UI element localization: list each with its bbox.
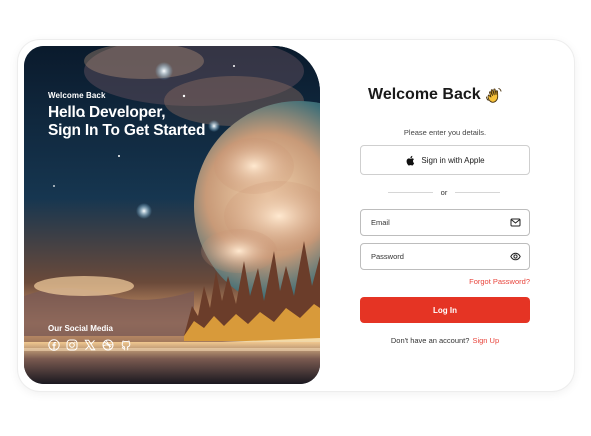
social-media-title: Our Social Media <box>48 324 113 333</box>
hero-title-line1: Hello Developer, <box>48 104 166 121</box>
waving-hand-icon <box>485 88 502 103</box>
dribbble-icon[interactable] <box>102 339 114 351</box>
form-subtitle: Please enter you details. <box>403 128 487 137</box>
no-account-text: Don't have an account? <box>390 336 470 345</box>
instagram-icon[interactable] <box>66 339 78 351</box>
divider-line-left <box>388 192 433 193</box>
divider-text: or <box>440 188 448 197</box>
hero-small-heading: Welcome Back <box>48 91 106 100</box>
log-in-button[interactable]: Log In <box>360 297 530 323</box>
hero-title-line2: Sign In To Get Started <box>48 122 206 139</box>
divider-line-right <box>455 192 501 193</box>
or-divider: or <box>388 188 501 197</box>
apple-icon <box>407 155 415 166</box>
github-icon[interactable] <box>120 339 132 351</box>
x-icon[interactable] <box>84 339 96 351</box>
facebook-icon[interactable] <box>48 339 60 351</box>
form-title: Welcome Back <box>368 86 503 104</box>
social-media-section: Our Social Media <box>48 324 132 351</box>
email-field[interactable] <box>360 209 530 236</box>
email-input[interactable] <box>371 218 510 227</box>
password-field[interactable] <box>360 243 530 270</box>
sign-in-with-apple-button[interactable]: Sign in with Apple <box>360 145 530 175</box>
welcome-title: Welcome Back <box>368 86 481 103</box>
signup-prompt: Don't have an account? Sign Up <box>360 336 530 345</box>
eye-icon[interactable] <box>510 251 521 262</box>
login-card: Welcome Back Hello Developer, Sign In To… <box>18 40 574 391</box>
mail-icon <box>510 217 521 228</box>
forgot-password-link[interactable]: Forgot Password? <box>360 277 530 286</box>
social-icons-row <box>48 339 132 351</box>
password-input[interactable] <box>371 252 510 261</box>
hero-heading-group: Welcome Back Hello Developer, Sign In To… <box>48 91 205 140</box>
apple-button-label: Sign in with Apple <box>421 155 485 165</box>
sign-up-link[interactable]: Sign Up <box>472 336 499 345</box>
hero-image-panel: Welcome Back Hello Developer, Sign In To… <box>24 46 320 384</box>
